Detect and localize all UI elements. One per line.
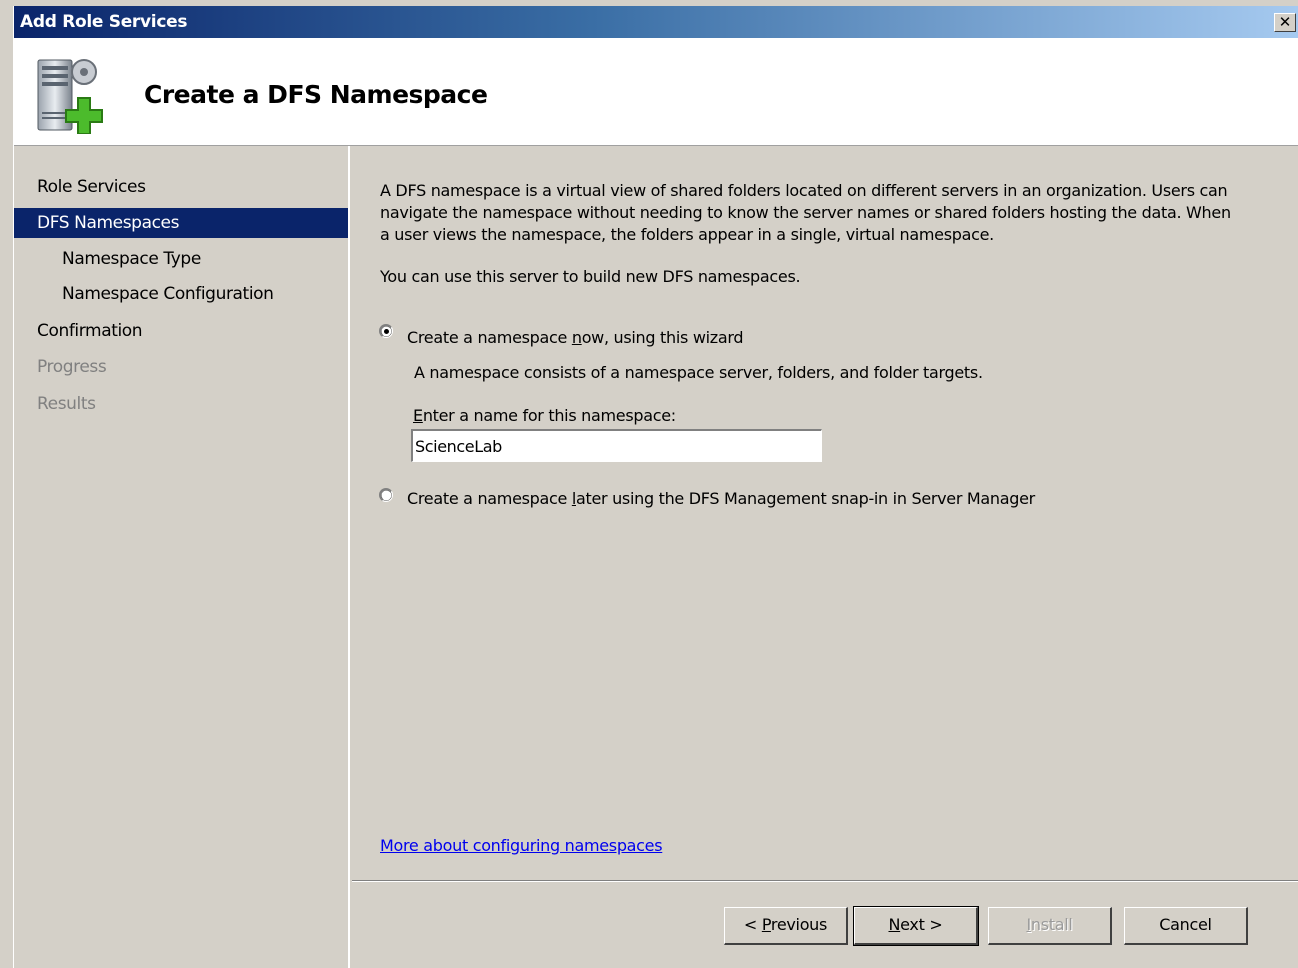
intro-line-3: a user views the namespace, the folders … bbox=[380, 225, 994, 244]
title-bar[interactable]: Add Role Services ✕ bbox=[14, 6, 1298, 38]
nav-item-results: Results bbox=[37, 394, 96, 414]
nav-item-namespace-type[interactable]: Namespace Type bbox=[14, 244, 348, 274]
intro-line-2: navigate the namespace without needing t… bbox=[380, 203, 1231, 222]
add-role-services-window: Add Role Services ✕ Create a DFS Namespa… bbox=[13, 6, 1298, 968]
wizard-content: A DFS namespace is a virtual view of sha… bbox=[352, 146, 1298, 880]
server-note: You can use this server to build new DFS… bbox=[380, 267, 801, 286]
previous-button[interactable]: < Previous bbox=[724, 907, 848, 945]
create-later-label[interactable]: Create a namespace later using the DFS M… bbox=[407, 488, 1298, 510]
server-add-icon bbox=[37, 59, 103, 134]
nav-item-progress: Progress bbox=[37, 357, 107, 377]
namespace-name-input[interactable] bbox=[411, 429, 822, 462]
create-now-radio[interactable] bbox=[379, 324, 393, 338]
namespace-name-label: Enter a name for this namespace: bbox=[413, 406, 676, 425]
create-now-description: A namespace consists of a namespace serv… bbox=[414, 363, 983, 382]
close-icon: ✕ bbox=[1278, 13, 1292, 31]
radio-selected-dot bbox=[384, 329, 389, 334]
page-title: Create a DFS Namespace bbox=[144, 80, 488, 109]
intro-text: A DFS namespace is a virtual view of sha… bbox=[380, 180, 1280, 246]
create-later-radio[interactable] bbox=[379, 488, 393, 502]
wizard-footer: < Previous Next > Install Cancel bbox=[352, 880, 1298, 968]
close-button[interactable]: ✕ bbox=[1274, 13, 1296, 32]
nav-item-namespace-configuration[interactable]: Namespace Configuration bbox=[14, 279, 348, 309]
nav-item-role-services[interactable]: Role Services bbox=[14, 172, 348, 202]
nav-item-dfs-namespaces[interactable]: DFS Namespaces bbox=[14, 208, 348, 238]
wizard-nav: Role Services DFS Namespaces Namespace T… bbox=[14, 146, 350, 968]
window-title: Add Role Services bbox=[20, 12, 188, 32]
wizard-header: Create a DFS Namespace bbox=[14, 38, 1298, 146]
install-button: Install bbox=[988, 907, 1112, 945]
next-button[interactable]: Next > bbox=[853, 906, 979, 946]
intro-line-1: A DFS namespace is a virtual view of sha… bbox=[380, 181, 1228, 200]
more-about-namespaces-link[interactable]: More about configuring namespaces bbox=[380, 836, 663, 855]
nav-item-confirmation[interactable]: Confirmation bbox=[14, 316, 348, 346]
create-now-label[interactable]: Create a namespace now, using this wizar… bbox=[407, 327, 1298, 349]
cancel-button[interactable]: Cancel bbox=[1124, 907, 1248, 945]
